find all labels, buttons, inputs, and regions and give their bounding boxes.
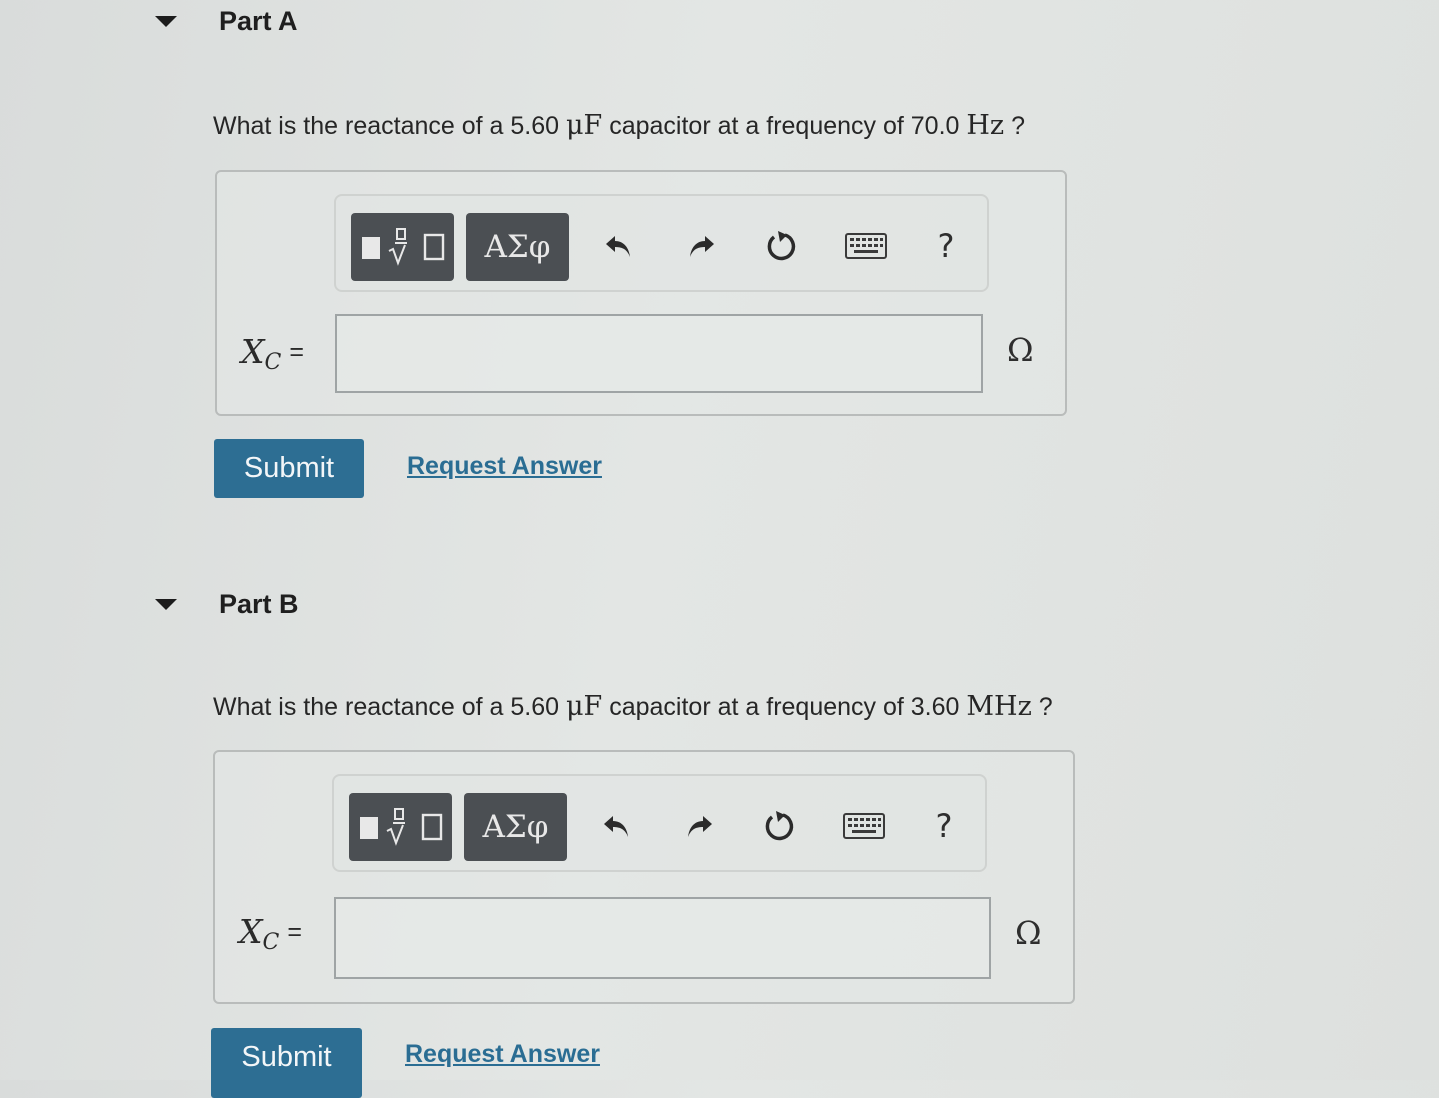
help-button[interactable]: ? (924, 806, 964, 846)
reset-icon[interactable] (761, 226, 801, 266)
question-frequency-unit: MHz (966, 691, 1032, 722)
variable-label: XC = (241, 332, 304, 375)
question-frequency-unit: Hz (966, 110, 1005, 141)
answer-input[interactable] (335, 314, 983, 393)
undo-icon[interactable] (597, 806, 637, 846)
reset-icon[interactable] (759, 806, 799, 846)
math-toolbar: ΑΣφ ? (334, 194, 989, 292)
question-text-prefix: What is the reactance of a 5.60 (213, 112, 566, 140)
templates-button[interactable] (351, 213, 454, 281)
question-text-middle: capacitor at a frequency of 3.60 (602, 693, 967, 721)
templates-button[interactable] (349, 793, 452, 861)
redo-icon[interactable] (679, 806, 719, 846)
templates-icon (359, 807, 443, 847)
question-capacitance-unit: μF (565, 691, 603, 722)
caret-down-icon[interactable] (155, 598, 177, 610)
question-text-prefix: What is the reactance of a 5.60 (213, 693, 566, 721)
part-a-title: Part A (219, 5, 298, 36)
question-capacitance-unit: μF (565, 110, 603, 141)
unit-label: Ω (1007, 331, 1034, 369)
question-text-suffix: ? (1004, 112, 1026, 140)
variable-symbol: X (239, 912, 263, 951)
part-b-title: Part B (219, 588, 299, 619)
submit-button[interactable]: Submit (211, 1028, 362, 1098)
answer-box: ΑΣφ ? XC = Ω (215, 170, 1067, 416)
caret-down-icon[interactable] (155, 15, 177, 27)
part-a-question: What is the reactance of a 5.60 μF capac… (213, 110, 1025, 141)
keyboard-icon[interactable] (841, 226, 891, 266)
variable-symbol: X (241, 332, 265, 371)
greek-symbols-button[interactable]: ΑΣφ (464, 793, 567, 861)
templates-icon (361, 227, 445, 267)
help-button[interactable]: ? (926, 226, 966, 266)
question-text-middle: capacitor at a frequency of 70.0 (602, 112, 967, 140)
unit-label: Ω (1015, 914, 1042, 952)
greek-symbols-button[interactable]: ΑΣφ (466, 213, 569, 281)
keyboard-icon[interactable] (839, 806, 889, 846)
part-a-header[interactable]: Part A (155, 0, 298, 42)
equals-sign: = (287, 918, 302, 946)
request-answer-link[interactable]: Request Answer (407, 452, 602, 481)
redo-icon[interactable] (681, 226, 721, 266)
variable-subscript: C (264, 350, 282, 375)
math-toolbar: ΑΣφ ? (332, 774, 987, 872)
variable-label: XC = (239, 912, 302, 955)
submit-button[interactable]: Submit (214, 439, 364, 498)
request-answer-link[interactable]: Request Answer (405, 1040, 600, 1069)
part-b-header[interactable]: Part B (155, 583, 299, 625)
equals-sign: = (289, 338, 304, 366)
variable-subscript: C (262, 930, 280, 955)
answer-input[interactable] (334, 897, 991, 979)
answer-box: ΑΣφ ? XC = Ω (213, 750, 1075, 1004)
question-text-suffix: ? (1031, 693, 1053, 721)
undo-icon[interactable] (599, 226, 639, 266)
part-b-question: What is the reactance of a 5.60 μF capac… (213, 691, 1053, 722)
